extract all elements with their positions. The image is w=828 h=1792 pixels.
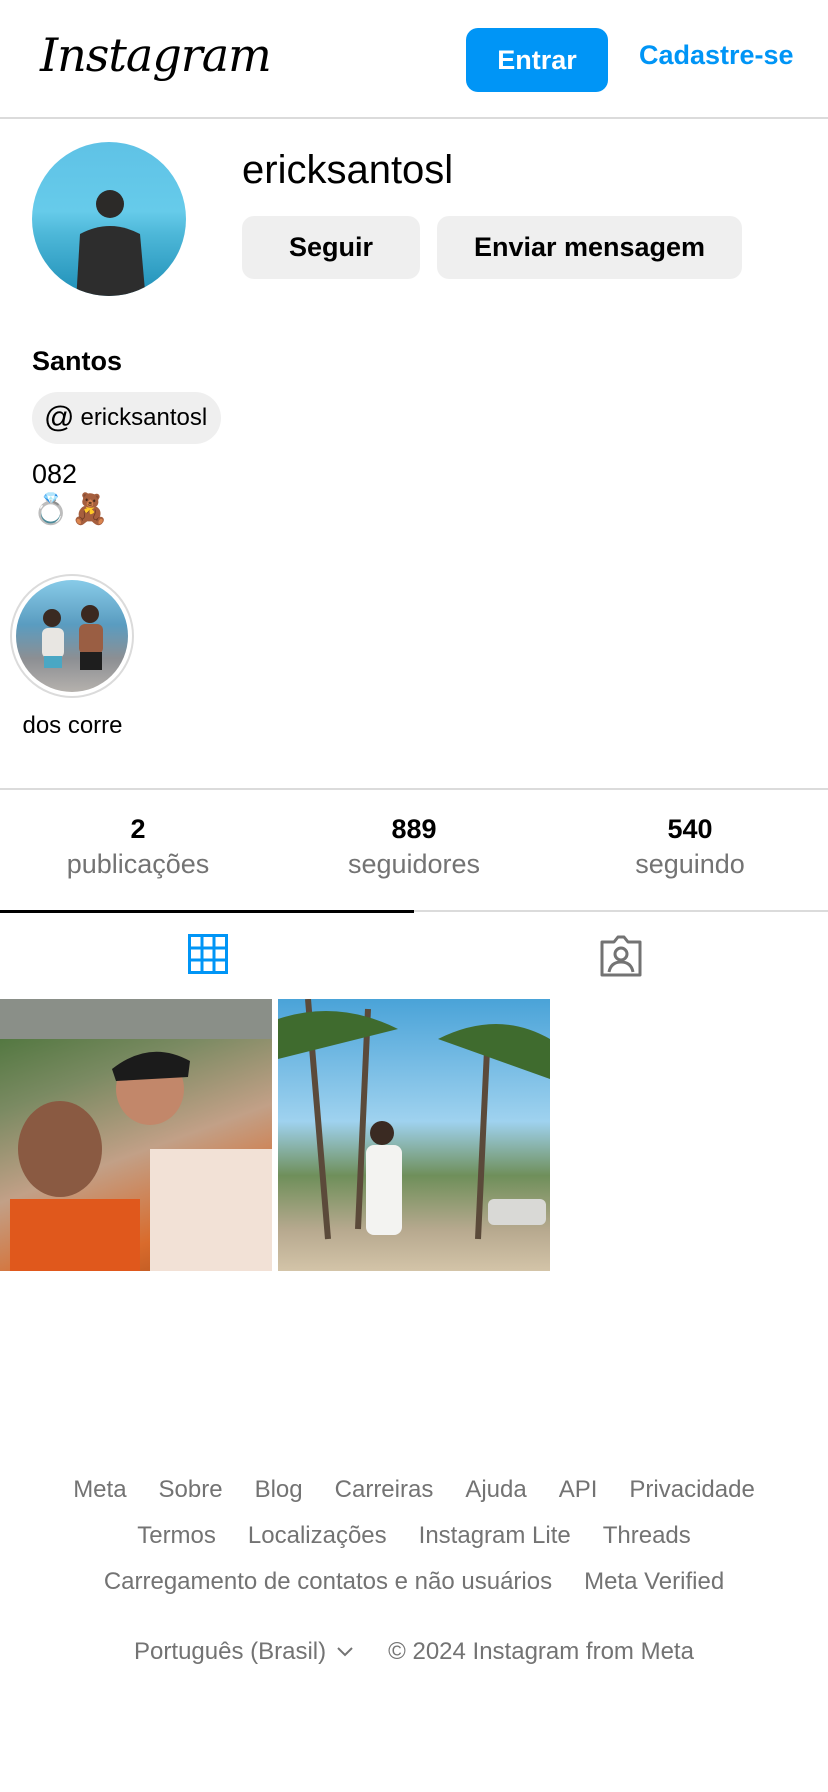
highlight-ring [10,574,134,698]
stat-posts-value: 2 [130,814,146,844]
language-selector[interactable]: Português (Brasil) [134,1638,354,1666]
post-photo-couple [0,999,272,1271]
follow-button[interactable]: Seguir [242,216,420,279]
stat-following[interactable]: 540 seguindo [552,814,828,880]
teddy-bear-emoji: 🧸 [71,493,109,526]
post-photo-beach [278,999,550,1240]
copyright-text: © 2024 Instagram from Meta [388,1638,694,1665]
footer-link[interactable]: Carregamento de contatos e não usuários [104,1568,552,1596]
send-message-button[interactable]: Enviar mensagem [437,216,742,279]
highlight-cover-image [16,580,128,692]
bio-emojis: 💍 🧸 [32,492,109,527]
footer-link[interactable]: Termos [137,1522,216,1550]
footer-links-row-1: Meta Sobre Blog Carreiras Ajuda API Priv… [0,1476,828,1504]
profile-stats: 2 publicações 889 seguidores 540 seguind… [0,788,828,912]
footer-link[interactable]: Instagram Lite [419,1522,571,1550]
footer-link[interactable]: Carreiras [335,1476,434,1504]
chevron-down-icon [337,1647,353,1657]
tagged-icon[interactable] [598,934,644,978]
story-highlight[interactable]: dos corre [10,574,134,739]
footer-link[interactable]: Privacidade [629,1476,754,1504]
login-button[interactable]: Entrar [466,28,608,92]
stat-followers[interactable]: 889 seguidores [276,814,552,880]
footer-link[interactable]: Threads [603,1522,691,1550]
threads-handle: ericksantosl [80,404,208,431]
footer-link[interactable]: Sobre [159,1476,223,1504]
language-label: Português (Brasil) [134,1638,327,1665]
footer-link[interactable]: Localizações [248,1522,387,1550]
instagram-logo[interactable]: Instagram [40,28,272,82]
top-header: Instagram Entrar Cadastre-se [0,0,828,119]
highlight-people-graphic [42,605,103,670]
footer-link[interactable]: API [559,1476,598,1504]
grid-icon[interactable] [188,934,228,974]
profile-full-name: Santos [32,346,123,376]
stat-posts-label: publicações [66,849,210,879]
footer-link[interactable]: Meta [73,1476,126,1504]
footer-bottom: Português (Brasil) © 2024 Instagram from… [0,1638,828,1666]
stat-followers-label: seguidores [347,849,481,879]
profile-username: ericksantosl [242,148,454,192]
footer-link[interactable]: Meta Verified [584,1568,724,1596]
highlight-label: dos corre [22,712,123,739]
threads-icon: @ [44,401,75,434]
threads-profile-link[interactable]: @ ericksantosl [32,392,222,444]
profile-avatar[interactable] [32,142,186,296]
avatar-photo [76,190,146,296]
stat-following-value: 540 [667,814,713,844]
footer-links-row-2: Termos Localizações Instagram Lite Threa… [0,1522,828,1550]
stat-followers-value: 889 [391,814,437,844]
post-thumbnail[interactable] [278,999,550,1271]
footer-link[interactable]: Blog [255,1476,303,1504]
active-tab-indicator [0,910,414,913]
footer-link[interactable]: Ajuda [465,1476,526,1504]
signup-link[interactable]: Cadastre-se [639,40,794,71]
bio-text: 082 [32,459,78,489]
stat-following-label: seguindo [635,849,745,879]
stat-posts: 2 publicações [0,814,276,880]
ring-emoji: 💍 [32,493,70,526]
footer-links-row-3: Carregamento de contatos e não usuários … [0,1568,828,1596]
post-thumbnail[interactable] [0,999,272,1271]
